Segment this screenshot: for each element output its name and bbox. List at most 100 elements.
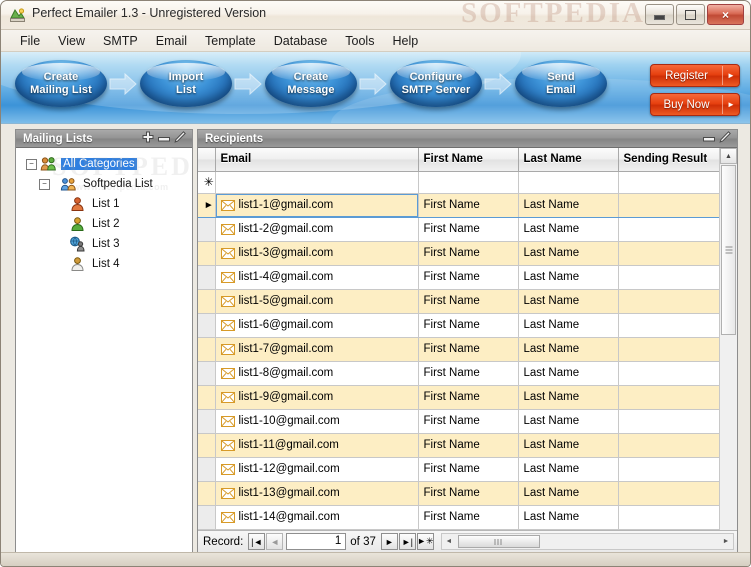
sending-result-cell[interactable] (618, 361, 719, 385)
email-cell[interactable]: list1-5@gmail.com (215, 289, 418, 313)
last-name-cell[interactable]: Last Name (518, 265, 618, 289)
row-selector[interactable]: ► (198, 193, 215, 217)
pencil-icon[interactable] (174, 130, 186, 148)
sending-result-cell[interactable] (618, 289, 719, 313)
register-button[interactable]: Register ► (650, 64, 740, 87)
table-row[interactable]: list1-7@gmail.comFirst NameLast Name (198, 337, 719, 361)
table-row[interactable]: list1-15@gmail.comFirst NameLast Name (198, 529, 719, 530)
menu-item-email[interactable]: Email (147, 32, 196, 50)
menu-item-database[interactable]: Database (265, 32, 337, 50)
table-row[interactable]: list1-10@gmail.comFirst NameLast Name (198, 409, 719, 433)
column-header-first-name[interactable]: First Name (418, 148, 518, 171)
row-selector[interactable] (198, 433, 215, 457)
first-name-cell[interactable]: First Name (418, 217, 518, 241)
minimize-button[interactable] (645, 4, 674, 25)
table-row[interactable]: list1-4@gmail.comFirst NameLast Name (198, 265, 719, 289)
table-row[interactable]: ►list1-1@gmail.comFirst NameLast Name (198, 193, 719, 217)
first-name-cell[interactable]: First Name (418, 409, 518, 433)
last-record-button[interactable]: ►| (399, 533, 416, 550)
new-row-last-name-cell[interactable] (518, 171, 618, 193)
last-name-cell[interactable]: Last Name (518, 289, 618, 313)
vertical-scroll-thumb[interactable] (721, 165, 736, 335)
first-name-cell[interactable]: First Name (418, 265, 518, 289)
table-row[interactable]: list1-13@gmail.comFirst NameLast Name (198, 481, 719, 505)
table-row[interactable]: list1-14@gmail.comFirst NameLast Name (198, 505, 719, 529)
row-selector[interactable] (198, 265, 215, 289)
sending-result-cell[interactable] (618, 457, 719, 481)
create-mailing-list-button[interactable]: Create Mailing List (15, 60, 107, 107)
first-name-cell[interactable]: First Name (418, 337, 518, 361)
new-row-sending-result-cell[interactable] (618, 171, 719, 193)
last-name-cell[interactable]: Last Name (518, 409, 618, 433)
buy-now-button[interactable]: Buy Now ► (650, 93, 740, 116)
new-row-first-name-cell[interactable] (418, 171, 518, 193)
last-name-cell[interactable]: Last Name (518, 313, 618, 337)
minus-icon[interactable] (158, 130, 170, 148)
menu-item-tools[interactable]: Tools (336, 32, 383, 50)
row-selector[interactable] (198, 481, 215, 505)
row-selector[interactable] (198, 385, 215, 409)
sending-result-cell[interactable] (618, 265, 719, 289)
last-name-cell[interactable]: Last Name (518, 385, 618, 409)
row-selector[interactable] (198, 529, 215, 530)
configure-smtp-server-button[interactable]: Configure SMTP Server (390, 60, 482, 107)
minus-icon[interactable] (703, 130, 715, 148)
email-cell[interactable]: list1-4@gmail.com (215, 265, 418, 289)
email-cell[interactable]: list1-12@gmail.com (215, 457, 418, 481)
last-name-cell[interactable]: Last Name (518, 241, 618, 265)
last-name-cell[interactable]: Last Name (518, 433, 618, 457)
expander-all-categories[interactable]: − (26, 159, 37, 170)
last-name-cell[interactable]: Last Name (518, 337, 618, 361)
first-name-cell[interactable]: First Name (418, 457, 518, 481)
email-cell[interactable]: list1-7@gmail.com (215, 337, 418, 361)
row-selector[interactable] (198, 457, 215, 481)
last-name-cell[interactable]: Last Name (518, 217, 618, 241)
expander-softpedia-list[interactable]: − (39, 179, 50, 190)
email-cell[interactable]: list1-1@gmail.com (215, 193, 418, 217)
tree-item-list-1[interactable]: List 1 (22, 194, 192, 214)
maximize-button[interactable] (676, 4, 705, 25)
first-name-cell[interactable]: First Name (418, 313, 518, 337)
sending-result-cell[interactable] (618, 313, 719, 337)
sending-result-cell[interactable] (618, 529, 719, 530)
tree-item-list-4[interactable]: List 4 (22, 254, 192, 274)
table-row[interactable]: list1-8@gmail.comFirst NameLast Name (198, 361, 719, 385)
last-name-cell[interactable]: Last Name (518, 529, 618, 530)
sending-result-cell[interactable] (618, 409, 719, 433)
tree-item-all-categories[interactable]: − All Categories (22, 154, 192, 174)
first-name-cell[interactable]: First Name (418, 433, 518, 457)
first-name-cell[interactable]: First Name (418, 289, 518, 313)
last-name-cell[interactable]: Last Name (518, 457, 618, 481)
row-selector[interactable] (198, 409, 215, 433)
tree-item-list-3[interactable]: List 3 (22, 234, 192, 254)
email-cell[interactable]: list1-11@gmail.com (215, 433, 418, 457)
menu-item-help[interactable]: Help (383, 32, 427, 50)
first-name-cell[interactable]: First Name (418, 361, 518, 385)
sending-result-cell[interactable] (618, 433, 719, 457)
first-name-cell[interactable]: First Name (418, 505, 518, 529)
last-name-cell[interactable]: Last Name (518, 481, 618, 505)
table-row[interactable]: list1-11@gmail.comFirst NameLast Name (198, 433, 719, 457)
previous-record-button[interactable]: ◄ (266, 533, 283, 550)
last-name-cell[interactable]: Last Name (518, 361, 618, 385)
table-row[interactable]: list1-12@gmail.comFirst NameLast Name (198, 457, 719, 481)
column-header-last-name[interactable]: Last Name (518, 148, 618, 171)
column-header-email[interactable]: Email (215, 148, 418, 171)
new-record-row[interactable]: ✳ (198, 171, 719, 193)
sending-result-cell[interactable] (618, 505, 719, 529)
row-selector[interactable] (198, 217, 215, 241)
email-cell[interactable]: list1-15@gmail.com (215, 529, 418, 530)
new-record-button[interactable]: ►✳ (417, 533, 434, 550)
new-row-email-cell[interactable] (215, 171, 418, 193)
email-cell[interactable]: list1-10@gmail.com (215, 409, 418, 433)
table-row[interactable]: list1-3@gmail.comFirst NameLast Name (198, 241, 719, 265)
email-cell[interactable]: list1-6@gmail.com (215, 313, 418, 337)
email-cell[interactable]: list1-14@gmail.com (215, 505, 418, 529)
last-name-cell[interactable]: Last Name (518, 505, 618, 529)
sending-result-cell[interactable] (618, 241, 719, 265)
close-button[interactable]: × (707, 4, 744, 25)
scroll-up-button[interactable]: ▲ (720, 148, 737, 164)
next-record-button[interactable]: ► (381, 533, 398, 550)
email-cell[interactable]: list1-3@gmail.com (215, 241, 418, 265)
grid-horizontal-scrollbar[interactable]: ◄ ► (441, 533, 734, 550)
